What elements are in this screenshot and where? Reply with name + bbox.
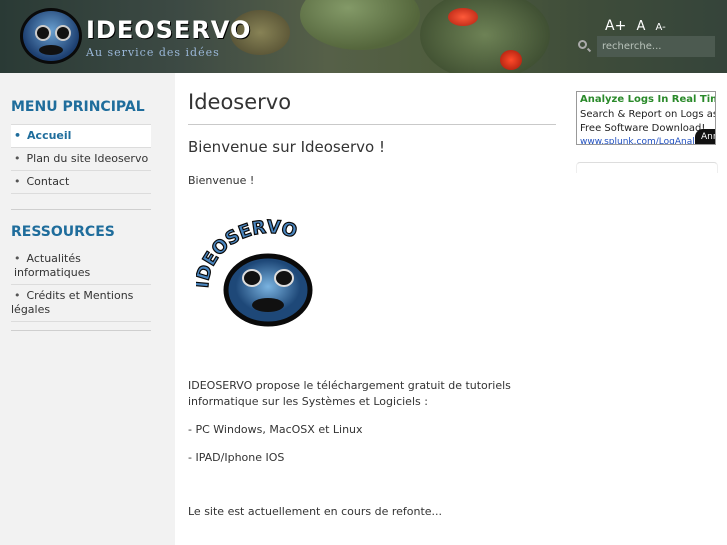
sidebar-divider bbox=[11, 330, 151, 331]
search-icon bbox=[578, 40, 587, 49]
ad-title[interactable]: Analyze Logs In Real Time bbox=[580, 94, 715, 105]
title-divider bbox=[188, 124, 556, 125]
menu-item-contact[interactable]: Contact bbox=[11, 171, 151, 194]
ad-text: Search & Report on Logs as th bbox=[580, 109, 715, 120]
ad-text: Free Software Download! bbox=[580, 123, 706, 134]
status-text: Le site est actuellement en cours de ref… bbox=[188, 505, 443, 518]
site-tagline: Au service des idées bbox=[86, 46, 220, 59]
font-decrease-button[interactable]: A- bbox=[656, 22, 666, 33]
sidebar-divider bbox=[11, 209, 151, 210]
menu-item-credits[interactable]: Crédits et Mentions légales bbox=[11, 285, 151, 322]
font-size-controls: A+ A A- bbox=[605, 18, 672, 34]
site-logo-icon[interactable] bbox=[20, 8, 82, 64]
article-subtitle: Bienvenue sur Ideoservo ! bbox=[188, 138, 385, 156]
header-background bbox=[420, 0, 550, 73]
main-menu-title: MENU PRINCIPAL bbox=[11, 99, 145, 115]
header-background bbox=[500, 50, 522, 70]
intro-text: IDEOSERVO propose le téléchargement grat… bbox=[188, 379, 511, 408]
greeting-text: Bienvenue ! bbox=[188, 174, 255, 187]
resources-title: RESSOURCES bbox=[11, 224, 115, 240]
site-header: IDEOSERVO Au service des idées A+ A A- bbox=[0, 0, 727, 73]
header-background bbox=[300, 0, 420, 50]
right-module-box bbox=[576, 162, 718, 173]
site-brand[interactable]: IDEOSERVO bbox=[86, 16, 251, 44]
ad-button[interactable]: Ann bbox=[695, 129, 715, 144]
ideoservo-logo-image: IDEOSERVO bbox=[196, 216, 313, 327]
ad-url-link[interactable]: www.splunk.com/LogAnaly bbox=[580, 137, 700, 144]
list-item: - IPAD/Iphone IOS bbox=[188, 451, 285, 464]
sponsored-ad[interactable]: Analyze Logs In Real Time Search & Repor… bbox=[576, 91, 716, 145]
font-reset-button[interactable]: A bbox=[636, 19, 645, 34]
header-background bbox=[448, 8, 478, 26]
search-input[interactable] bbox=[597, 36, 715, 57]
menu-item-actualites[interactable]: Actualités informatiques bbox=[11, 248, 151, 285]
menu-item-plan-du-site[interactable]: Plan du site Ideoservo bbox=[11, 148, 151, 171]
font-increase-button[interactable]: A+ bbox=[605, 18, 626, 34]
page-title: Ideoservo bbox=[188, 90, 292, 114]
main-menu: Accueil Plan du site Ideoservo Contact bbox=[11, 124, 151, 194]
resources-menu: Actualités informatiques Crédits et Ment… bbox=[11, 248, 151, 322]
menu-item-accueil[interactable]: Accueil bbox=[11, 124, 151, 148]
list-item: - PC Windows, MacOSX et Linux bbox=[188, 423, 363, 436]
